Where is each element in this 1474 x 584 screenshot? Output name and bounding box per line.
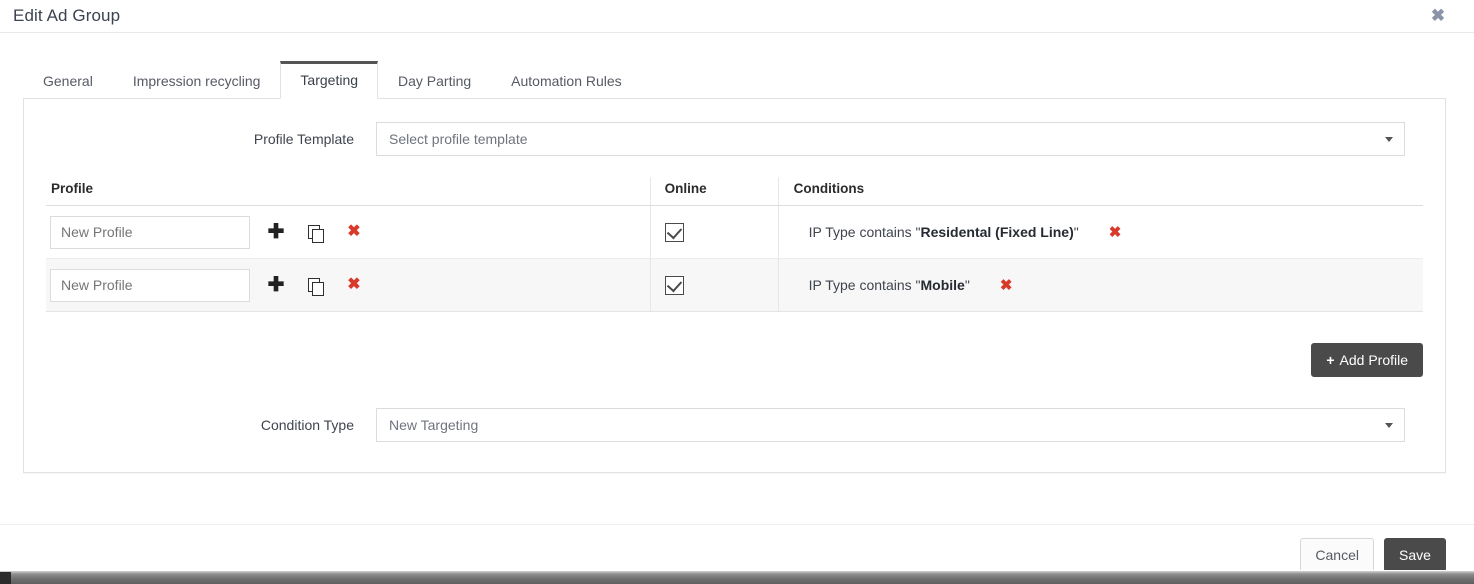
plus-icon[interactable]: ✚ bbox=[263, 275, 289, 295]
online-cell bbox=[649, 205, 779, 259]
table-header-row: Profile Online Conditions bbox=[46, 177, 1423, 206]
plus-icon: + bbox=[1326, 352, 1335, 368]
condition-suffix: " bbox=[964, 277, 970, 293]
copy-icon[interactable] bbox=[302, 277, 328, 296]
table-row: ✚ ✖ IP Type contains "Residental (Fixed … bbox=[46, 205, 1423, 259]
delete-x-icon[interactable]: ✖ bbox=[341, 277, 367, 293]
profile-template-select-wrap: Select profile template bbox=[376, 122, 1405, 156]
tab-bar: General Impression recycling Targeting D… bbox=[23, 61, 1446, 99]
profile-table-head: Profile Online Conditions bbox=[46, 177, 1423, 206]
remove-condition-x-icon[interactable]: ✖ bbox=[1109, 223, 1122, 241]
profile-template-select[interactable]: Select profile template bbox=[376, 122, 1405, 156]
tab-automation-rules[interactable]: Automation Rules bbox=[491, 62, 642, 99]
save-button[interactable]: Save bbox=[1384, 537, 1446, 572]
column-header-conditions: Conditions bbox=[777, 177, 1423, 206]
targeting-panel: Profile Template Select profile template… bbox=[23, 99, 1446, 473]
add-profile-label: Add Profile bbox=[1339, 352, 1408, 368]
profile-table: Profile Online Conditions ✚ ✖ bbox=[46, 177, 1423, 312]
copy-icon[interactable] bbox=[302, 224, 328, 243]
delete-x-icon[interactable]: ✖ bbox=[341, 224, 367, 240]
online-checkbox-2[interactable] bbox=[664, 275, 684, 295]
condition-type-select[interactable]: New Targeting bbox=[376, 408, 1405, 442]
table-row: ✚ ✖ IP Type contains "Mobile" ✖ bbox=[46, 258, 1423, 312]
profile-cell: ✚ ✖ bbox=[46, 205, 651, 259]
profile-template-label: Profile Template bbox=[253, 131, 354, 147]
condition-type-row: Condition Type New Targeting bbox=[46, 408, 1423, 442]
online-checkbox-1[interactable] bbox=[664, 222, 684, 242]
cancel-button[interactable]: Cancel bbox=[1300, 537, 1374, 572]
page-title: Edit Ad Group bbox=[13, 6, 121, 25]
modal-header: Edit Ad Group ✖ bbox=[0, 0, 1474, 33]
profile-name-input-1[interactable] bbox=[50, 215, 250, 249]
edit-ad-group-modal: Edit Ad Group ✖ General Impression recyc… bbox=[0, 0, 1474, 584]
condition-prefix: IP Type contains " bbox=[808, 277, 921, 293]
condition-type-select-wrap: New Targeting bbox=[376, 408, 1405, 442]
condition-suffix: " bbox=[1073, 224, 1079, 240]
profile-cell: ✚ ✖ bbox=[46, 258, 651, 312]
profile-name-input-2[interactable] bbox=[50, 268, 250, 302]
profile-table-body: ✚ ✖ IP Type contains "Residental (Fixed … bbox=[46, 205, 1423, 312]
condition-value: Residental (Fixed Line) bbox=[920, 224, 1074, 240]
remove-condition-x-icon[interactable]: ✖ bbox=[1000, 276, 1013, 294]
plus-icon[interactable]: ✚ bbox=[263, 222, 289, 242]
close-icon[interactable]: ✖ bbox=[1429, 7, 1447, 25]
condition-text-1: IP Type contains "Residental (Fixed Line… bbox=[809, 224, 1079, 240]
conditions-cell: IP Type contains "Mobile" ✖ bbox=[777, 258, 1423, 312]
condition-value: Mobile bbox=[920, 277, 965, 293]
condition-text-2: IP Type contains "Mobile" bbox=[809, 277, 970, 293]
tab-general[interactable]: General bbox=[23, 62, 113, 99]
online-cell bbox=[649, 258, 779, 312]
tab-day-parting[interactable]: Day Parting bbox=[378, 62, 491, 99]
add-profile-row: + Add Profile bbox=[46, 343, 1423, 377]
horizontal-scrollbar[interactable] bbox=[0, 570, 1474, 584]
conditions-cell: IP Type contains "Residental (Fixed Line… bbox=[777, 205, 1423, 259]
condition-type-label: Condition Type bbox=[260, 417, 354, 433]
modal-body: General Impression recycling Targeting D… bbox=[0, 33, 1474, 500]
condition-prefix: IP Type contains " bbox=[808, 224, 921, 240]
column-header-profile: Profile bbox=[46, 177, 651, 206]
tab-impression-recycling[interactable]: Impression recycling bbox=[113, 62, 281, 99]
profile-template-row: Profile Template Select profile template bbox=[46, 122, 1423, 156]
add-profile-button[interactable]: + Add Profile bbox=[1311, 343, 1423, 377]
tab-targeting[interactable]: Targeting bbox=[280, 61, 379, 99]
column-header-online: Online bbox=[649, 177, 779, 206]
scrollbar-left-arrow-icon[interactable] bbox=[0, 572, 11, 584]
